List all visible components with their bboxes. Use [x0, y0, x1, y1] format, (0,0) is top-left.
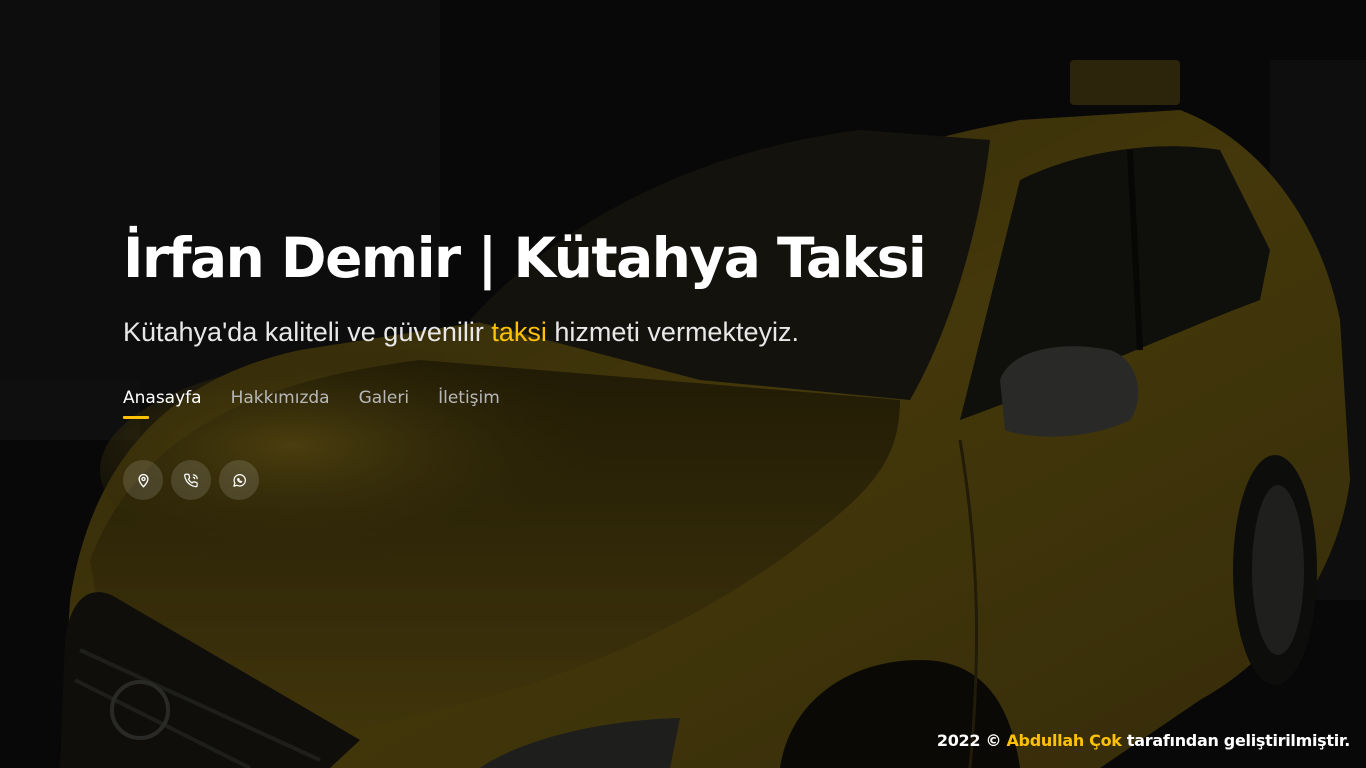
- nav-item-label: Hakkımızda: [230, 388, 330, 408]
- nav-item-anasayfa[interactable]: Anasayfa: [123, 387, 202, 427]
- nav-item-hakkimizda[interactable]: Hakkımızda: [231, 387, 330, 427]
- phone-icon: [183, 473, 198, 487]
- hero-section: İrfan Demir | Kütahya Taksi Kütahya'da k…: [0, 0, 1366, 768]
- main-nav: Anasayfa Hakkımızda Galeri İletişim: [123, 387, 1023, 427]
- nav-item-label: Galeri: [358, 388, 410, 408]
- author-link[interactable]: Abdullah Çok: [1006, 731, 1121, 750]
- phone-button[interactable]: [171, 460, 211, 500]
- subtitle-text-end: hizmeti vermekteyiz.: [546, 317, 799, 347]
- subtitle-text-start: Kütahya'da kaliteli ve güvenilir: [123, 317, 492, 347]
- footer-suffix: tarafından geliştirilmiştir.: [1121, 731, 1350, 750]
- location-icon: [137, 473, 149, 487]
- nav-item-galeri[interactable]: Galeri: [359, 387, 410, 427]
- subtitle-highlight: taksi: [491, 317, 547, 347]
- footer-prefix: 2022 ©: [936, 731, 1007, 750]
- whatsapp-button[interactable]: [219, 460, 259, 500]
- social-links: [123, 460, 1023, 500]
- hero-subtitle: Kütahya'da kaliteli ve güvenilir taksi h…: [123, 315, 1023, 349]
- active-indicator: [123, 416, 149, 419]
- hero-content: İrfan Demir | Kütahya Taksi Kütahya'da k…: [123, 215, 1023, 500]
- whatsapp-icon: [232, 473, 246, 487]
- nav-item-label: İletişim: [438, 388, 500, 408]
- page-title: İrfan Demir | Kütahya Taksi: [123, 226, 927, 290]
- nav-item-iletisim[interactable]: İletişim: [438, 387, 500, 427]
- footer-credit: 2022 © Abdullah Çok tarafından geliştiri…: [937, 729, 1350, 753]
- location-button[interactable]: [123, 460, 163, 500]
- nav-item-label: Anasayfa: [123, 388, 202, 408]
